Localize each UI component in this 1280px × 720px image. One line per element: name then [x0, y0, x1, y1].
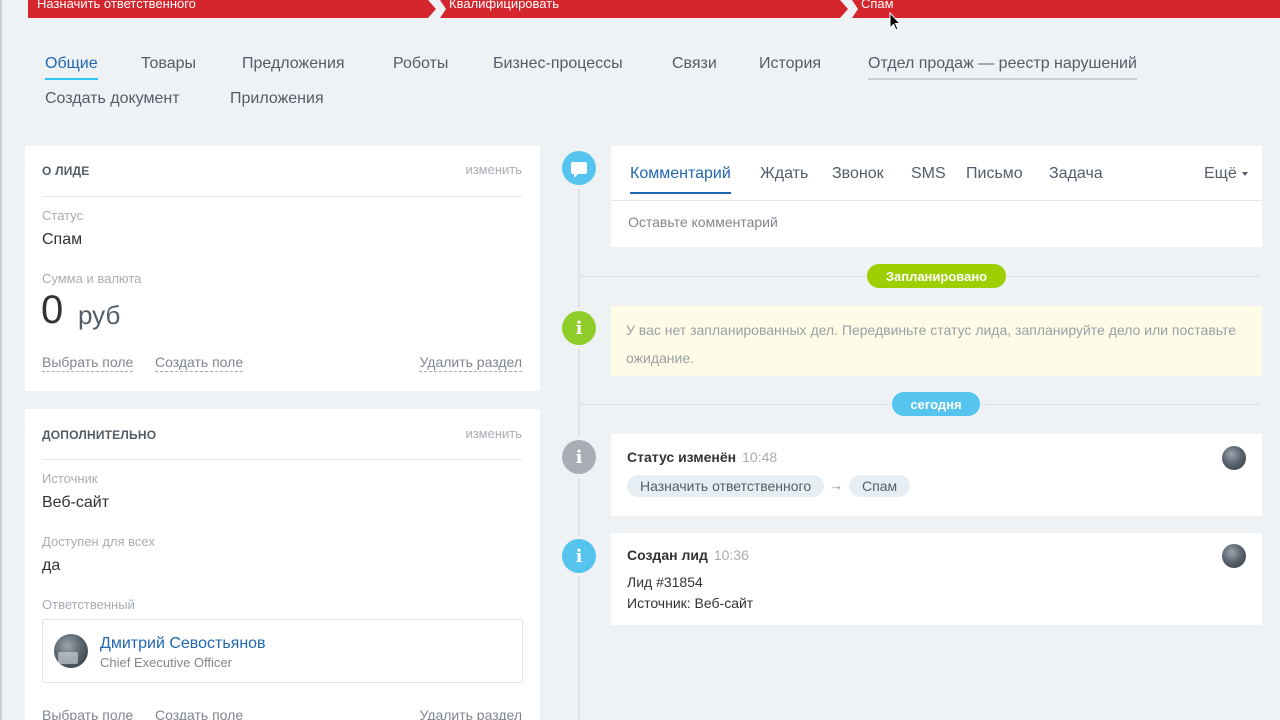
tab-applications[interactable]: Приложения — [230, 90, 324, 108]
planned-notice-text: У вас нет запланированных дел. Передвинь… — [626, 322, 1236, 366]
tab-sales-violations-registry[interactable]: Отдел продаж — реестр нарушений — [868, 55, 1137, 80]
tab-general[interactable]: Общие — [45, 55, 98, 80]
chevron-down-icon — [1241, 171, 1248, 176]
planned-badge: Запланировано — [867, 264, 1006, 288]
event-time: 10:48 — [742, 449, 778, 465]
lead-source: Источник: Веб-сайт — [627, 595, 754, 611]
responsible-label: Ответственный — [42, 597, 135, 612]
source-label: Источник — [42, 471, 98, 486]
event-title: Создан лид 10:36 — [627, 547, 749, 563]
edit-link[interactable]: изменить — [465, 162, 522, 177]
stage-qualify[interactable]: Квалифицировать — [440, 0, 848, 18]
editor-divider — [611, 200, 1262, 201]
amount-label: Сумма и валюта — [42, 271, 142, 286]
amount-value[interactable]: 0 — [41, 288, 63, 333]
select-field-link[interactable]: Выбрать поле — [42, 707, 133, 720]
create-field-link[interactable]: Создать поле — [155, 707, 243, 720]
card-title: ДОПОЛНИТЕЛЬНО — [42, 428, 157, 442]
tab-products[interactable]: Товары — [141, 55, 196, 73]
delete-section-link[interactable]: Удалить раздел — [419, 707, 522, 720]
stage-assign-responsible[interactable]: Назначить ответственного — [28, 0, 436, 18]
comment-input[interactable]: Оставьте комментарий — [628, 214, 778, 230]
available-label: Доступен для всех — [42, 534, 155, 549]
card-divider — [42, 459, 522, 460]
stage-label: Назначить ответственного — [37, 0, 196, 11]
event-lead-created: Создан лид 10:36 Лид #31854 Источник: Веб… — [611, 533, 1262, 625]
event-time: 10:36 — [713, 547, 749, 563]
info-icon: i — [562, 539, 596, 573]
edit-link[interactable]: изменить — [465, 426, 522, 441]
status-from-pill: Назначить ответственного — [627, 475, 825, 497]
responsible-name[interactable]: Дмитрий Севостьянов — [100, 635, 266, 653]
activity-editor: Комментарий Ждать Звонок SMS Письмо Зада… — [611, 146, 1262, 247]
avatar[interactable] — [1222, 446, 1246, 470]
planned-notice: У вас нет запланированных дел. Передвинь… — [611, 306, 1262, 376]
lead-number[interactable]: Лид #31854 — [627, 574, 703, 590]
currency-label: руб — [78, 300, 121, 330]
status-value[interactable]: Спам — [42, 231, 82, 249]
status-label: Статус — [42, 208, 84, 223]
delete-section-link[interactable]: Удалить раздел — [419, 354, 522, 372]
tab-history[interactable]: История — [759, 55, 821, 73]
additional-card: ДОПОЛНИТЕЛЬНО изменить Источник Веб-сайт… — [25, 409, 540, 720]
tab-create-document[interactable]: Создать документ — [45, 90, 180, 108]
tab-business-processes[interactable]: Бизнес-процессы — [493, 55, 623, 73]
responsible-user-box[interactable]: Дмитрий Севостьянов Chief Executive Offi… — [42, 619, 523, 683]
card-title: О ЛИДЕ — [42, 164, 90, 178]
info-icon: i — [562, 440, 596, 474]
lead-stage-bar: Назначить ответственного Квалифицировать… — [28, 0, 1280, 18]
avatar[interactable] — [54, 634, 88, 668]
status-to-pill: Спам — [849, 475, 911, 497]
tab-call[interactable]: Звонок — [832, 165, 884, 183]
create-field-link[interactable]: Создать поле — [155, 354, 244, 372]
tab-comment[interactable]: Комментарий — [630, 165, 731, 194]
source-value[interactable]: Веб-сайт — [42, 494, 109, 512]
stage-label: Спам — [861, 0, 894, 11]
more-label: Ещё — [1204, 165, 1237, 182]
comment-icon — [562, 151, 596, 185]
event-status-changed: Статус изменён 10:48 Назначить ответствен… — [611, 434, 1262, 516]
responsible-position: Chief Executive Officer — [100, 655, 232, 670]
mouse-cursor-icon — [889, 12, 901, 31]
tab-task[interactable]: Задача — [1049, 165, 1103, 183]
select-field-link[interactable]: Выбрать поле — [42, 354, 134, 372]
event-title: Статус изменён 10:48 — [627, 449, 777, 465]
stage-label: Квалифицировать — [449, 0, 559, 11]
stage-spam[interactable]: Спам — [852, 0, 1280, 18]
tab-sms[interactable]: SMS — [911, 165, 946, 183]
event-title-text: Создан лид — [627, 547, 708, 563]
tab-offers[interactable]: Предложения — [242, 55, 345, 73]
info-icon: i — [562, 311, 596, 345]
tab-wait[interactable]: Ждать — [760, 165, 808, 183]
window-left-border — [0, 0, 2, 720]
today-badge: сегодня — [892, 392, 980, 416]
avatar[interactable] — [1222, 544, 1246, 568]
event-title-text: Статус изменён — [627, 449, 737, 465]
more-dropdown[interactable]: Ещё — [1204, 165, 1248, 183]
available-value[interactable]: да — [42, 557, 60, 575]
tab-relations[interactable]: Связи — [672, 55, 717, 73]
arrow-right-icon: → — [830, 478, 843, 493]
about-lead-card: О ЛИДЕ изменить Статус Спам Сумма и валю… — [25, 146, 540, 391]
tab-robots[interactable]: Роботы — [393, 55, 448, 73]
card-divider — [42, 196, 522, 197]
tab-email[interactable]: Письмо — [966, 165, 1023, 183]
